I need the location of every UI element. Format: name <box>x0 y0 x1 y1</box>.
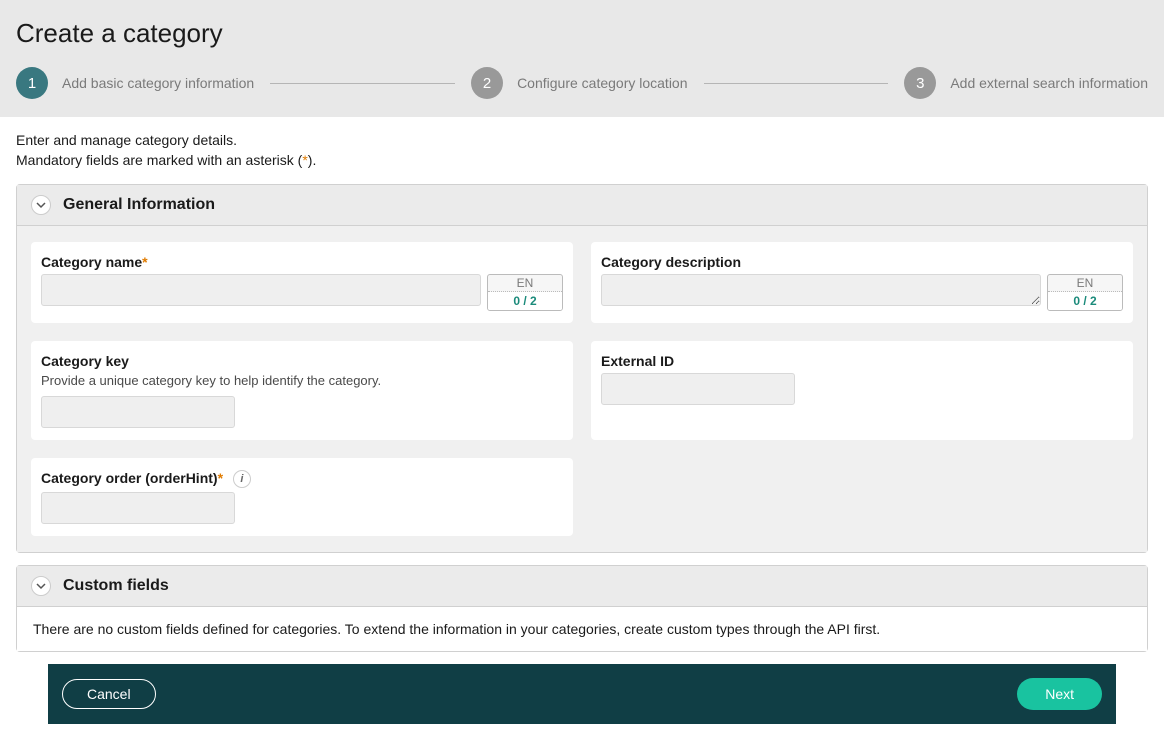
field-label: Category description <box>601 254 1123 270</box>
field-label: Category key <box>41 353 563 369</box>
step-line <box>270 83 455 84</box>
step-1[interactable]: 1 Add basic category information <box>16 67 254 99</box>
custom-fields-empty-text: There are no custom fields defined for c… <box>17 607 1147 651</box>
field-category-order: Category order (orderHint)* i <box>31 458 573 536</box>
category-name-input[interactable] <box>41 274 481 306</box>
step-line <box>704 83 889 84</box>
step-label-1: Add basic category information <box>62 75 254 91</box>
next-button[interactable]: Next <box>1017 678 1102 710</box>
chevron-down-icon[interactable] <box>31 576 51 596</box>
external-id-input[interactable] <box>601 373 795 405</box>
section-header-custom[interactable]: Custom fields <box>17 566 1147 607</box>
step-circle-3: 3 <box>904 67 936 99</box>
field-hint: Provide a unique category key to help id… <box>41 373 563 388</box>
section-general-information: General Information Category name* EN 0 … <box>16 184 1148 553</box>
page-title: Create a category <box>16 18 1148 49</box>
lang-counter[interactable]: EN 0 / 2 <box>1047 274 1123 311</box>
section-header-general[interactable]: General Information <box>17 185 1147 226</box>
step-3[interactable]: 3 Add external search information <box>904 67 1148 99</box>
info-icon[interactable]: i <box>233 470 251 488</box>
field-label: External ID <box>601 353 1123 369</box>
category-key-input[interactable] <box>41 396 235 428</box>
field-label: Category order (orderHint)* i <box>41 470 563 488</box>
field-external-id: External ID <box>591 341 1133 440</box>
section-title: General Information <box>63 196 215 214</box>
instructions: Enter and manage category details. Manda… <box>0 117 1164 184</box>
footer-bar: Cancel Next <box>48 664 1116 724</box>
stepper: 1 Add basic category information 2 Confi… <box>16 67 1148 117</box>
step-2[interactable]: 2 Configure category location <box>471 67 687 99</box>
section-title: Custom fields <box>63 577 169 595</box>
step-circle-2: 2 <box>471 67 503 99</box>
section-custom-fields: Custom fields There are no custom fields… <box>16 565 1148 652</box>
category-description-input[interactable] <box>601 274 1041 306</box>
category-order-input[interactable] <box>41 492 235 524</box>
field-label: Category name* <box>41 254 563 270</box>
field-category-name: Category name* EN 0 / 2 <box>31 242 573 323</box>
step-label-3: Add external search information <box>950 75 1148 91</box>
step-label-2: Configure category location <box>517 75 687 91</box>
cancel-button[interactable]: Cancel <box>62 679 156 709</box>
field-category-key: Category key Provide a unique category k… <box>31 341 573 440</box>
chevron-down-icon[interactable] <box>31 195 51 215</box>
step-circle-1: 1 <box>16 67 48 99</box>
lang-counter[interactable]: EN 0 / 2 <box>487 274 563 311</box>
field-category-description: Category description EN 0 / 2 <box>591 242 1133 323</box>
